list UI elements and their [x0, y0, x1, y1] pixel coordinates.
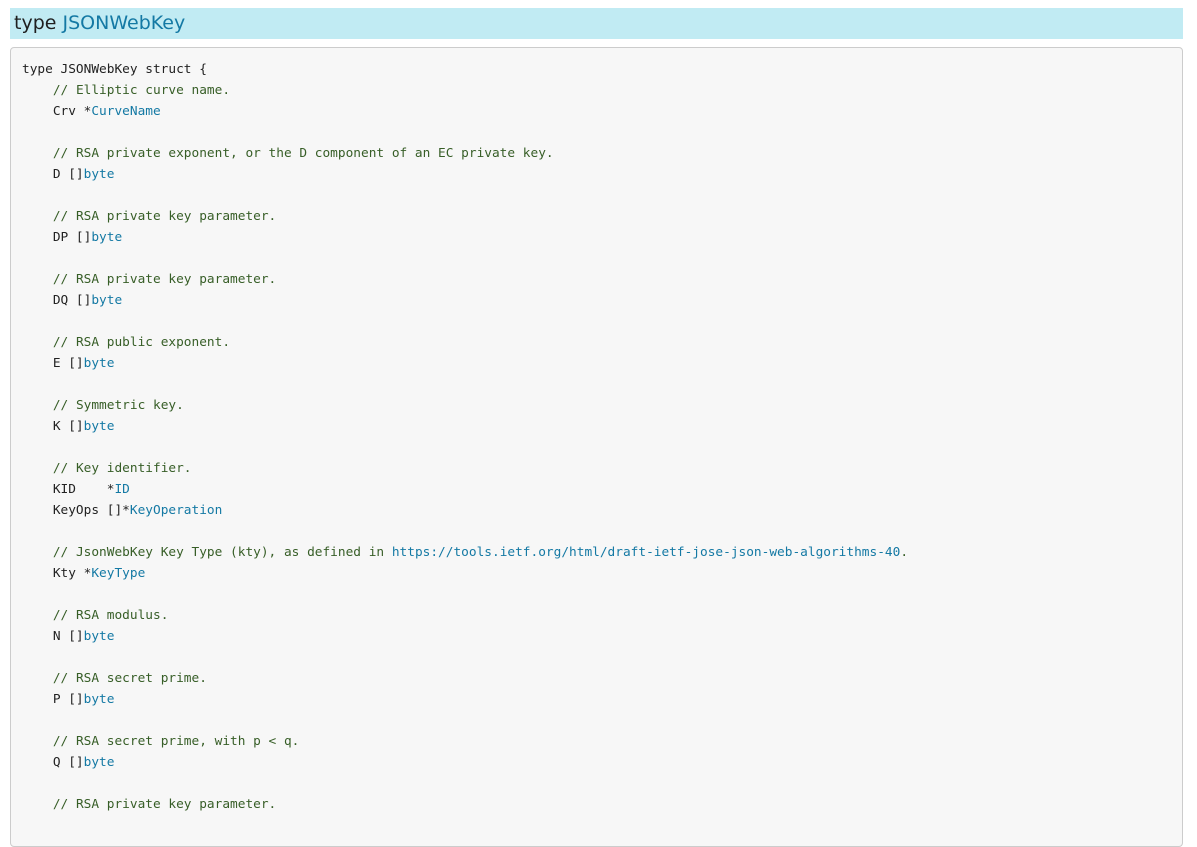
type-link[interactable]: CurveName — [91, 104, 160, 119]
code-line: // RSA secret prime, with p < q. — [22, 731, 1182, 752]
code-line: // JsonWebKey Key Type (kty), as defined… — [22, 542, 1182, 563]
code-line: Crv *CurveName — [22, 101, 1182, 122]
code-line: // RSA public exponent. — [22, 332, 1182, 353]
code-comment: // RSA private exponent, or the D compon… — [52, 146, 554, 161]
code-comment: // Symmetric key. — [52, 398, 184, 413]
code-comment: // Elliptic curve name. — [52, 83, 231, 98]
type-link[interactable]: byte — [84, 167, 115, 182]
code-text: E [] — [22, 356, 84, 371]
code-text: DQ [] — [22, 293, 92, 308]
type-link[interactable]: byte — [91, 293, 122, 308]
code-line: // RSA modulus. — [22, 605, 1182, 626]
code-line: // RSA private key parameter. — [22, 269, 1182, 290]
code-line: // RSA secret prime. — [22, 668, 1182, 689]
code-text: D [] — [22, 167, 84, 182]
type-keyword: type — [14, 12, 57, 34]
code-comment: // RSA private key parameter. — [52, 272, 277, 287]
type-link[interactable]: ID — [114, 482, 129, 497]
code-line: DP []byte — [22, 227, 1182, 248]
code-text: Crv * — [22, 104, 92, 119]
code-text: KeyOps []* — [22, 503, 130, 518]
code-comment: // RSA private key parameter. — [52, 209, 277, 224]
code-comment: // Key identifier. — [52, 461, 192, 476]
type-heading: type JSONWebKey — [10, 8, 1183, 39]
code-comment: // RSA secret prime. — [52, 671, 207, 686]
code-line: // Elliptic curve name. — [22, 80, 1182, 101]
code-line: KeyOps []*KeyOperation — [22, 500, 1182, 521]
code-comment: // RSA modulus. — [52, 608, 169, 623]
code-block: type JSONWebKey struct { // Elliptic cur… — [10, 47, 1183, 847]
code-line: // RSA private key parameter. — [22, 206, 1182, 227]
code-line: Kty *KeyType — [22, 563, 1182, 584]
code-line: // Symmetric key. — [22, 395, 1182, 416]
type-link[interactable]: byte — [91, 230, 122, 245]
code-comment: // RSA public exponent. — [52, 335, 231, 350]
type-link[interactable]: byte — [84, 692, 115, 707]
type-link[interactable]: KeyType — [91, 566, 145, 581]
type-link[interactable]: byte — [84, 356, 115, 371]
code-comment: // JsonWebKey Key Type (kty), as defined… — [52, 545, 392, 560]
code-line: KID *ID — [22, 479, 1182, 500]
type-link[interactable]: https://tools.ietf.org/html/draft-ietf-j… — [392, 545, 901, 560]
code-line: N []byte — [22, 626, 1182, 647]
code-line: type JSONWebKey struct { — [22, 59, 1182, 80]
code-text: KID * — [22, 482, 115, 497]
code-text: Q [] — [22, 755, 84, 770]
code-text: P [] — [22, 692, 84, 707]
code-line: DQ []byte — [22, 290, 1182, 311]
code-line: // Key identifier. — [22, 458, 1182, 479]
type-link[interactable]: byte — [84, 419, 115, 434]
code-text: DP [] — [22, 230, 92, 245]
code-line: // RSA private exponent, or the D compon… — [22, 143, 1182, 164]
type-link[interactable]: byte — [84, 755, 115, 770]
code-line: // RSA private key parameter. — [22, 794, 1182, 815]
code-line: Q []byte — [22, 752, 1182, 773]
code-comment: . — [900, 545, 909, 560]
code-text: N [] — [22, 629, 84, 644]
code-text: K [] — [22, 419, 84, 434]
code-line: P []byte — [22, 689, 1182, 710]
code-comment: // RSA secret prime, with p < q. — [52, 734, 300, 749]
type-name-link[interactable]: JSONWebKey — [63, 12, 186, 34]
type-link[interactable]: KeyOperation — [130, 503, 222, 518]
code-line: K []byte — [22, 416, 1182, 437]
code-line: E []byte — [22, 353, 1182, 374]
code-line: D []byte — [22, 164, 1182, 185]
struct-definition: type JSONWebKey struct { // Elliptic cur… — [22, 59, 1182, 815]
code-text: type JSONWebKey struct { — [22, 62, 207, 77]
code-text: Kty * — [22, 566, 92, 581]
type-link[interactable]: byte — [84, 629, 115, 644]
